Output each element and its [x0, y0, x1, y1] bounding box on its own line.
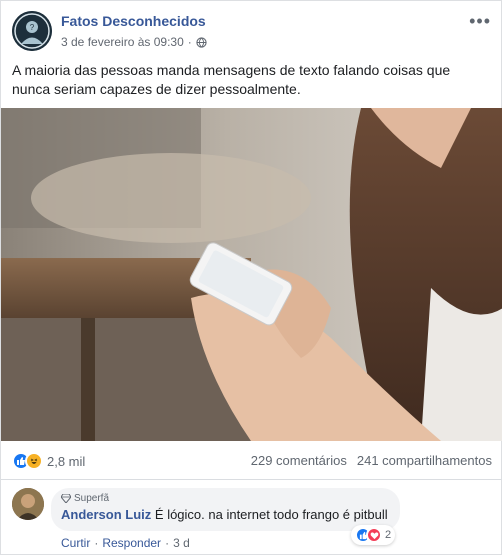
- comment-body: Anderson Luiz É lógico. na internet todo…: [61, 507, 388, 523]
- comment-like-button[interactable]: Curtir: [61, 536, 90, 550]
- svg-text:?: ?: [30, 23, 35, 32]
- meta-separator: ·: [187, 35, 192, 49]
- post-photo[interactable]: [1, 108, 502, 441]
- comment-age[interactable]: 3 d: [173, 536, 190, 550]
- comment-actions: Curtir · Responder · 3 d: [61, 536, 190, 550]
- comment-text: É lógico. na internet todo frango é pitb…: [154, 507, 388, 522]
- comment-author-link[interactable]: Anderson Luiz: [61, 507, 151, 522]
- facebook-post: ? Fatos Desconhecidos 3 de fevereiro às …: [0, 0, 502, 555]
- love-icon: [366, 527, 382, 543]
- comment-reactions-count: 2: [385, 529, 392, 541]
- commenter-avatar[interactable]: [12, 488, 44, 520]
- reactions-summary[interactable]: 2,8 mil: [12, 452, 85, 470]
- page-avatar[interactable]: ?: [12, 11, 52, 51]
- comment-reply-button[interactable]: Responder: [102, 536, 161, 550]
- comments-count-link[interactable]: 229 comentários: [251, 453, 347, 468]
- fan-badge: Superfã: [61, 493, 388, 504]
- post-text: A maioria das pessoas manda mensagens de…: [12, 62, 451, 97]
- action-separator: ·: [94, 536, 99, 550]
- shares-count-link[interactable]: 241 compartilhamentos: [357, 453, 492, 468]
- comment-reactions[interactable]: 2: [351, 525, 396, 545]
- fan-badge-label: Superfã: [74, 493, 110, 504]
- haha-icon: [25, 452, 43, 470]
- engagement-bar: 2,8 mil 229 comentários 241 compartilham…: [1, 441, 502, 480]
- post-meta: 3 de fevereiro às 09:30 ·: [61, 35, 207, 49]
- comment-bubble: Superfã Anderson Luiz É lógico. na inter…: [51, 488, 400, 531]
- globe-icon: [196, 36, 207, 48]
- page-name-link[interactable]: Fatos Desconhecidos: [61, 13, 206, 29]
- comment-share-counts: 229 comentários 241 compartilhamentos: [251, 453, 492, 468]
- reactions-count: 2,8 mil: [47, 453, 86, 469]
- more-options-icon[interactable]: •••: [469, 11, 491, 32]
- post-timestamp[interactable]: 3 de fevereiro às 09:30: [61, 35, 184, 49]
- action-separator: ·: [165, 536, 170, 550]
- diamond-icon: [61, 494, 71, 503]
